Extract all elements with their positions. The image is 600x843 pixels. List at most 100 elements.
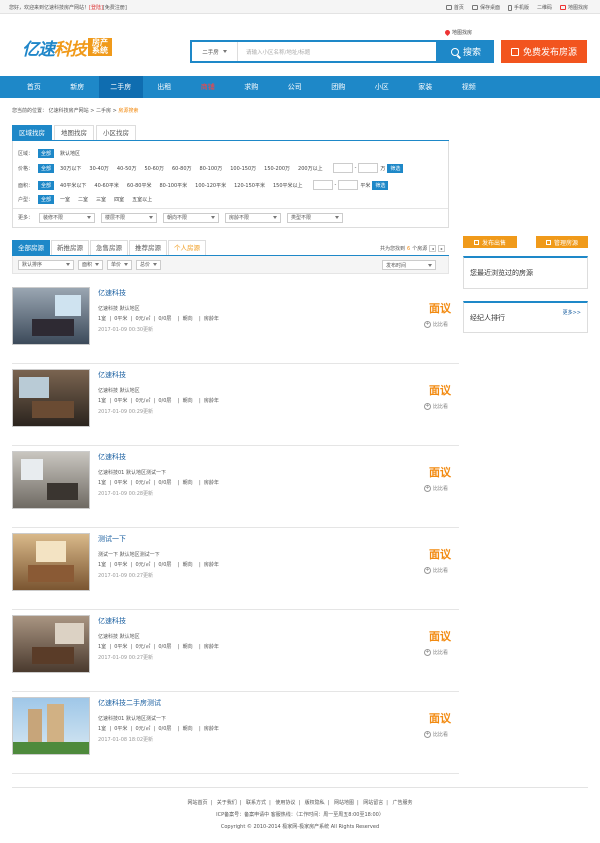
filter-size-option[interactable]: 120-150平米 (234, 182, 265, 189)
nav-item-wanted[interactable]: 求购 (230, 76, 274, 98)
filter-price-option[interactable]: 200万以上 (298, 165, 323, 172)
listing-photo[interactable] (12, 369, 90, 427)
filter-price-option[interactable]: 40-50万 (117, 165, 137, 172)
footer-link[interactable]: 使用协议 (275, 800, 295, 806)
floor-select[interactable]: 楼层不限 (101, 212, 158, 223)
nav-item-community[interactable]: 小区 (360, 76, 404, 98)
filter-size-option[interactable]: 150平米以上 (273, 182, 303, 189)
tab-community-search[interactable]: 小区找房 (96, 125, 136, 140)
nav-item-group-buy[interactable]: 团购 (317, 76, 361, 98)
nav-item-second-hand[interactable]: 二手房 (99, 76, 143, 98)
compare-button[interactable]: + 比比看 (424, 649, 448, 656)
listing-title[interactable]: 测试一下 (98, 534, 126, 544)
nav-item-video[interactable]: 视频 (447, 76, 491, 98)
listing-photo[interactable] (12, 533, 90, 591)
price-min-input[interactable] (332, 163, 353, 173)
sort-total-price-button[interactable]: 总价 (136, 259, 162, 270)
footer-link[interactable]: 版权隐私 (305, 800, 325, 806)
map-search-link[interactable]: 地图找房 (443, 28, 472, 37)
nav-item-home[interactable]: 首页 (12, 76, 56, 98)
footer-link[interactable]: 关于我们 (217, 800, 237, 806)
sort-time-select[interactable]: 发布时间 (382, 260, 436, 270)
agent-more-link[interactable]: 更多>> (563, 309, 581, 316)
footer-link[interactable]: 网站地图 (334, 800, 354, 806)
listing-title[interactable]: 亿速科技 (98, 288, 126, 298)
filter-type-option[interactable]: 四室 (114, 196, 124, 203)
filter-size-option[interactable]: 40-60平米 (94, 182, 119, 189)
listing-photo[interactable] (12, 697, 90, 755)
nav-item-decoration[interactable]: 家装 (404, 76, 448, 98)
listing-title[interactable]: 亿速科技二手房测试 (98, 698, 161, 708)
filter-type-option[interactable]: 五室以上 (132, 196, 152, 203)
filter-type-option[interactable]: 二室 (78, 196, 88, 203)
filter-price-option[interactable]: 30-40万 (89, 165, 109, 172)
price-filter-button[interactable]: 筛选 (387, 163, 404, 173)
top-link-mobile[interactable]: 手机版 (507, 4, 529, 11)
nav-item-rent[interactable]: 出租 (143, 76, 187, 98)
compare-button[interactable]: + 比比看 (424, 321, 448, 328)
filter-price-option[interactable]: 30万以下 (60, 165, 81, 172)
tab-new-listings[interactable]: 新推房源 (51, 240, 89, 255)
site-logo[interactable]: 亿速 科技 房产系统 (22, 36, 112, 60)
tab-all-listings[interactable]: 全部房源 (12, 240, 50, 255)
listing-title[interactable]: 亿速科技 (98, 616, 126, 626)
filter-price-option[interactable]: 50-60万 (144, 165, 164, 172)
sort-default-select[interactable]: 默认排序 (18, 259, 74, 270)
age-select[interactable]: 房龄不限 (225, 212, 282, 223)
nav-item-shop[interactable]: 商铺 (186, 76, 230, 98)
listing-photo[interactable] (12, 287, 90, 345)
filter-type-option[interactable]: 三室 (96, 196, 106, 203)
filter-price-option[interactable]: 60-80万 (172, 165, 192, 172)
filter-type-option[interactable]: 一室 (60, 196, 70, 203)
filter-area-all[interactable]: 全部 (38, 149, 55, 158)
prev-page-button[interactable]: ◂ (429, 245, 437, 252)
compare-button[interactable]: + 比比看 (424, 567, 448, 574)
size-max-input[interactable] (338, 180, 359, 190)
publish-listing-button[interactable]: 免费发布房源 (501, 40, 587, 63)
nav-item-new-house[interactable]: 新房 (56, 76, 100, 98)
login-link[interactable]: [登陆] (89, 5, 103, 11)
sort-unit-price-button[interactable]: 单价 (107, 259, 133, 270)
top-link-map[interactable]: 地图找房 (559, 4, 588, 11)
tab-recommended-listings[interactable]: 推荐房源 (129, 240, 167, 255)
orientation-select[interactable]: 朝向不限 (163, 212, 220, 223)
next-page-button[interactable]: ▸ (438, 245, 446, 252)
size-min-input[interactable] (312, 180, 333, 190)
listing-photo[interactable] (12, 615, 90, 673)
decoration-select[interactable]: 装修不限 (39, 212, 96, 223)
filter-price-option[interactable]: 80-100万 (200, 165, 223, 172)
filter-price-option[interactable]: 150-200万 (264, 165, 290, 172)
price-max-input[interactable] (358, 163, 379, 173)
filter-type-all[interactable]: 全部 (38, 195, 55, 204)
top-link-home[interactable]: 首页 (445, 4, 464, 11)
search-input[interactable]: 请输入小区名称/地址/标题 (238, 48, 310, 56)
top-link-qrcode[interactable]: 二维码 (537, 4, 552, 11)
filter-price-option[interactable]: 100-150万 (230, 165, 256, 172)
footer-link[interactable]: 广告服务 (393, 800, 413, 806)
search-type-select[interactable]: 二手房 (192, 42, 238, 61)
footer-link[interactable]: 联系方式 (246, 800, 266, 806)
listing-title[interactable]: 亿速科技 (98, 370, 126, 380)
listing-title[interactable]: 亿速科技 (98, 452, 126, 462)
compare-button[interactable]: + 比比看 (424, 731, 448, 738)
type-select[interactable]: 类型不限 (287, 212, 344, 223)
publish-sale-button[interactable]: 发布出售 (463, 236, 517, 248)
footer-link[interactable]: 网站留言 (363, 800, 383, 806)
tab-personal-listings[interactable]: 个人房源 (168, 240, 206, 255)
manage-listings-button[interactable]: 管理房源 (536, 236, 588, 248)
compare-button[interactable]: + 比比看 (424, 485, 448, 492)
filter-size-all[interactable]: 全部 (38, 180, 55, 190)
breadcrumb-path[interactable]: 亿速科技房产网站 > 二手房 > (49, 108, 117, 114)
sort-area-button[interactable]: 面积 (78, 259, 104, 270)
filter-size-option[interactable]: 80-100平米 (159, 182, 187, 189)
tab-map-search[interactable]: 地图找房 (54, 125, 94, 140)
top-link-save-desktop[interactable]: 保存桌面 (471, 4, 500, 11)
size-filter-button[interactable]: 筛选 (372, 180, 389, 190)
search-button[interactable]: 搜索 (438, 40, 494, 63)
register-link[interactable]: [免费注册] (103, 5, 127, 11)
filter-size-option[interactable]: 100-120平米 (195, 182, 226, 189)
filter-size-option[interactable]: 60-80平米 (127, 182, 152, 189)
compare-button[interactable]: + 比比看 (424, 403, 448, 410)
tab-area-search[interactable]: 区域找房 (12, 125, 52, 140)
filter-area-option[interactable]: 默认地区 (60, 150, 80, 157)
